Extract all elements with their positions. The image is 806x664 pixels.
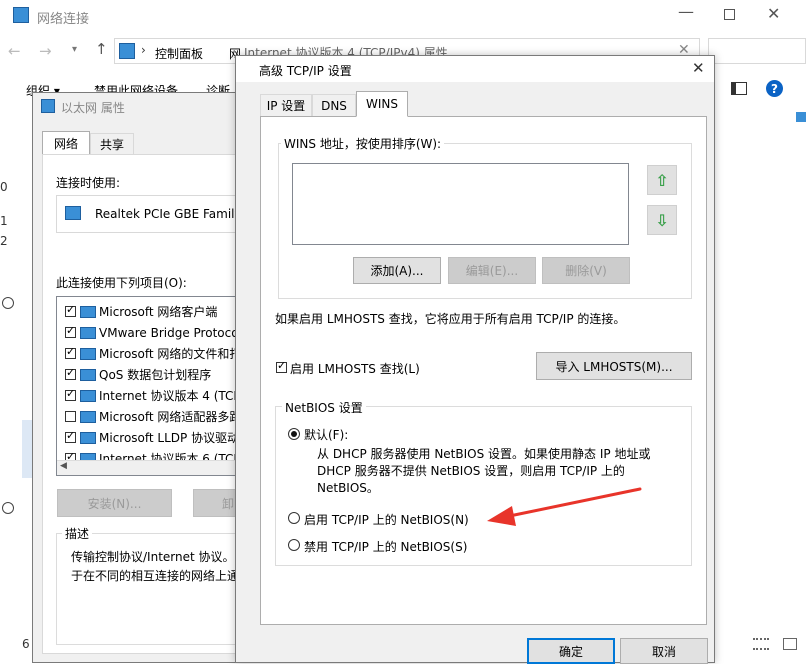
tab-wins[interactable]: WINS	[356, 91, 408, 117]
